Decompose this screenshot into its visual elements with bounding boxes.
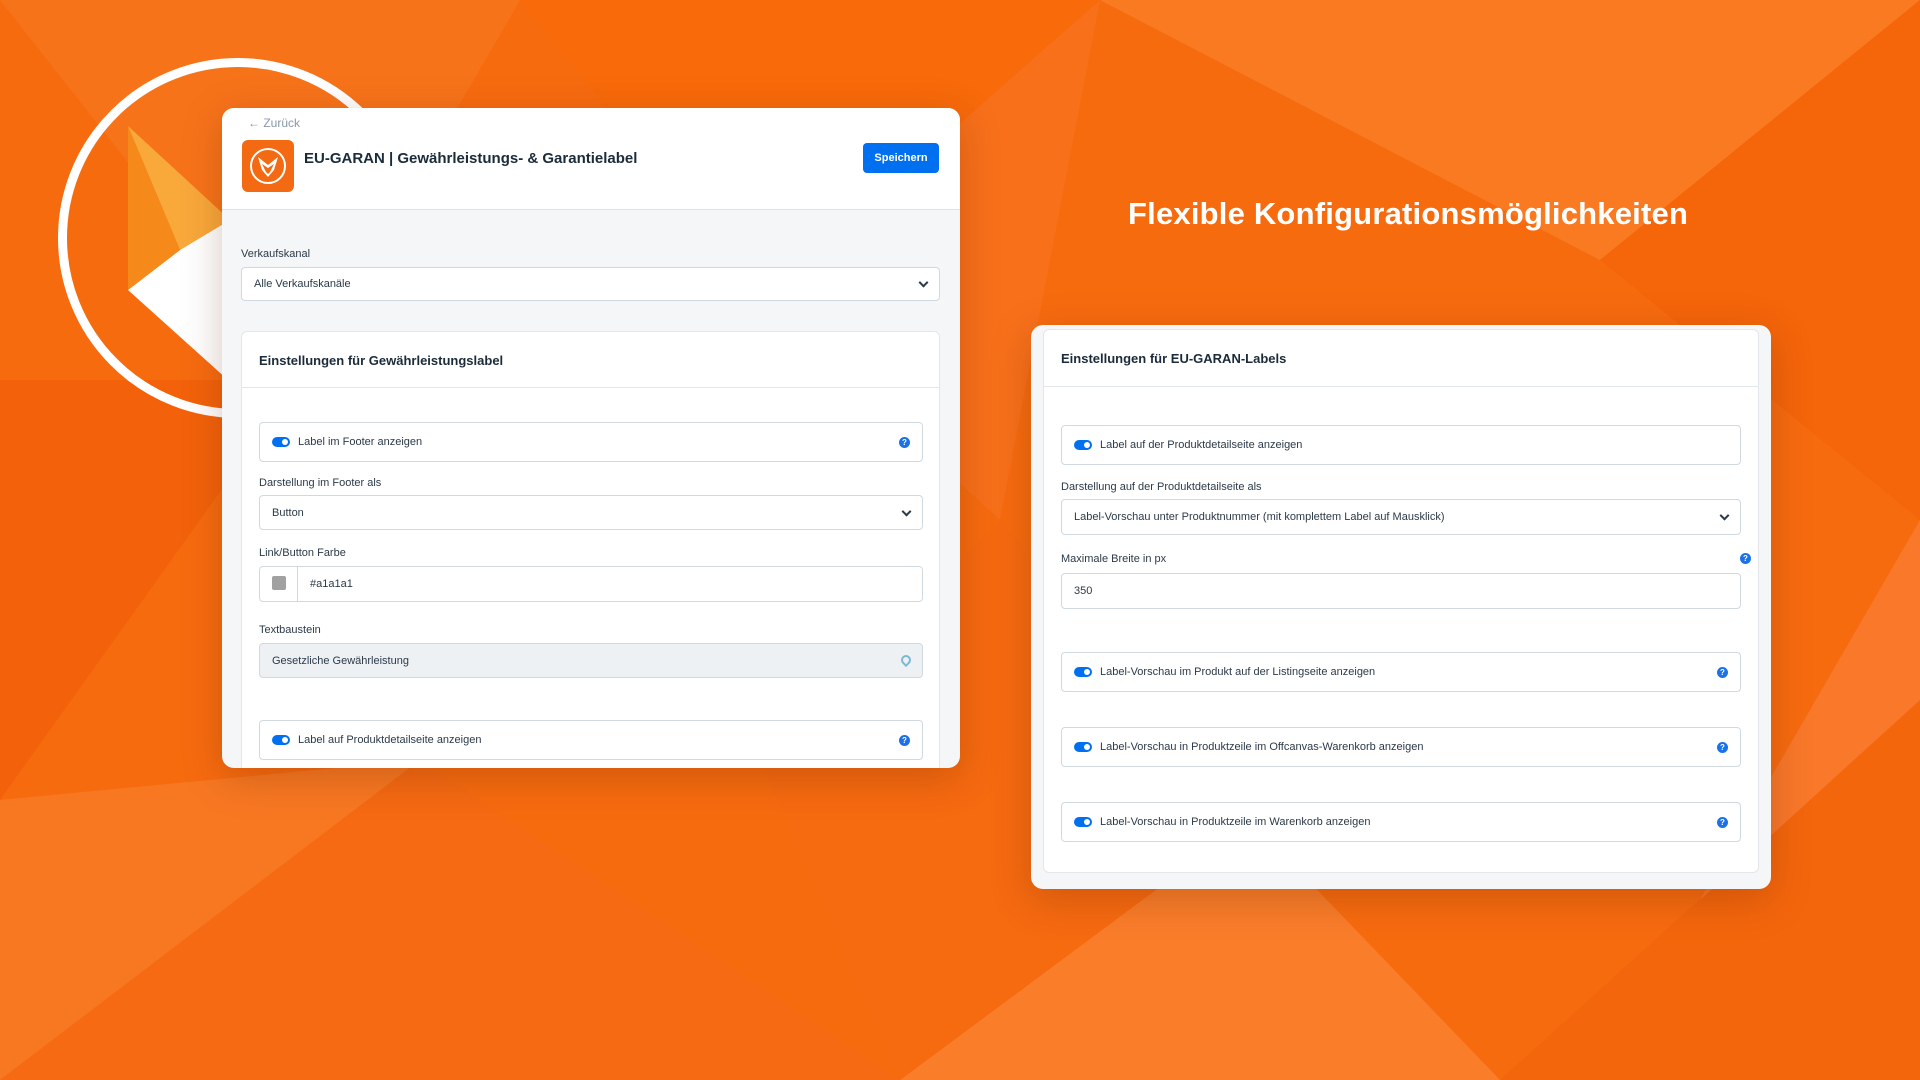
chevron-down-icon bbox=[1719, 510, 1730, 521]
section-title: Einstellungen für Gewährleistungslabel bbox=[259, 353, 504, 368]
sales-channel-select[interactable]: Alle Verkaufskanäle bbox=[241, 267, 940, 301]
cart-toggle[interactable] bbox=[1074, 817, 1092, 827]
detail-label-toggle-row[interactable]: Label auf Produktdetailseite anzeigen ? bbox=[259, 720, 923, 760]
back-link[interactable]: ← Zurück bbox=[248, 116, 300, 130]
chevron-down-icon bbox=[901, 506, 912, 517]
footer-label-toggle[interactable] bbox=[272, 437, 290, 447]
footer-label-toggle-label: Label im Footer anzeigen bbox=[298, 436, 423, 448]
text-snippet-value: Gesetzliche Gewährleistung bbox=[272, 654, 409, 667]
detail-page-toggle-label: Label auf der Produktdetailseite anzeige… bbox=[1100, 439, 1303, 451]
detail-page-toggle-row[interactable]: Label auf der Produktdetailseite anzeige… bbox=[1061, 425, 1741, 465]
help-icon[interactable]: ? bbox=[1740, 552, 1751, 564]
warranty-settings-section: Einstellungen für Gewährleistungslabel L… bbox=[241, 331, 940, 768]
help-icon[interactable]: ? bbox=[1717, 741, 1728, 753]
help-icon[interactable]: ? bbox=[899, 734, 910, 746]
eu-garan-settings-panel: Einstellungen für EU-GARAN-Labels Label … bbox=[1031, 325, 1771, 889]
save-button[interactable]: Speichern bbox=[863, 143, 939, 173]
detail-display-value: Label-Vorschau unter Produktnummer (mit … bbox=[1074, 511, 1445, 523]
detail-display-select[interactable]: Label-Vorschau unter Produktnummer (mit … bbox=[1061, 499, 1741, 535]
max-width-value: 350 bbox=[1074, 585, 1093, 597]
max-width-label: Maximale Breite in px bbox=[1061, 553, 1167, 565]
sales-channel-label: Verkaufskanal bbox=[241, 248, 311, 260]
listing-toggle[interactable] bbox=[1074, 667, 1092, 677]
listing-toggle-label: Label-Vorschau im Produkt auf der Listin… bbox=[1100, 666, 1376, 678]
max-width-input[interactable]: 350 bbox=[1061, 573, 1741, 609]
text-snippet-field[interactable]: Gesetzliche Gewährleistung bbox=[259, 643, 923, 678]
panel-header: ← Zurück EU-GARAN | Gewährleistungs- & G… bbox=[222, 108, 960, 210]
detail-label-toggle[interactable] bbox=[272, 735, 290, 745]
link-color-value: #a1a1a1 bbox=[310, 578, 353, 590]
link-color-label: Link/Button Farbe bbox=[259, 547, 346, 559]
fox-icon bbox=[250, 148, 286, 184]
cart-toggle-label: Label-Vorschau in Produktzeile im Warenk… bbox=[1100, 816, 1371, 828]
section-header: Einstellungen für EU-GARAN-Labels bbox=[1044, 330, 1758, 387]
text-snippet-label: Textbaustein bbox=[259, 624, 321, 636]
snippet-picker-icon[interactable] bbox=[898, 652, 914, 667]
detail-page-toggle[interactable] bbox=[1074, 440, 1092, 450]
footer-label-toggle-row[interactable]: Label im Footer anzeigen ? bbox=[259, 422, 923, 462]
plugin-config-panel: ← Zurück EU-GARAN | Gewährleistungs- & G… bbox=[222, 108, 960, 768]
link-color-field[interactable]: #a1a1a1 bbox=[259, 566, 923, 602]
headline: Flexible Konfigurationsmöglichkeiten bbox=[1128, 196, 1689, 231]
offcanvas-toggle[interactable] bbox=[1074, 742, 1092, 752]
help-icon[interactable]: ? bbox=[899, 436, 910, 448]
footer-display-value: Button bbox=[272, 506, 304, 519]
detail-label-toggle-label: Label auf Produktdetailseite anzeigen bbox=[298, 734, 482, 746]
color-swatch-button[interactable] bbox=[260, 567, 298, 601]
footer-display-label: Darstellung im Footer als bbox=[259, 477, 382, 489]
app-title: EU-GARAN | Gewährleistungs- & Garantiela… bbox=[304, 150, 638, 167]
color-swatch bbox=[272, 576, 286, 590]
detail-display-label: Darstellung auf der Produktdetailseite a… bbox=[1061, 481, 1262, 493]
section-title: Einstellungen für EU-GARAN-Labels bbox=[1061, 351, 1287, 366]
chevron-down-icon bbox=[918, 277, 929, 288]
offcanvas-toggle-row[interactable]: Label-Vorschau in Produktzeile im Offcan… bbox=[1061, 727, 1741, 767]
sales-channel-value: Alle Verkaufskanäle bbox=[254, 278, 351, 290]
app-logo bbox=[242, 140, 294, 192]
offcanvas-toggle-label: Label-Vorschau in Produktzeile im Offcan… bbox=[1100, 741, 1424, 753]
footer-display-select[interactable]: Button bbox=[259, 495, 923, 530]
help-icon[interactable]: ? bbox=[1717, 816, 1728, 828]
listing-toggle-row[interactable]: Label-Vorschau im Produkt auf der Listin… bbox=[1061, 652, 1741, 692]
eu-garan-settings-section: Einstellungen für EU-GARAN-Labels Label … bbox=[1043, 329, 1759, 873]
section-header: Einstellungen für Gewährleistungslabel bbox=[242, 332, 939, 388]
cart-toggle-row[interactable]: Label-Vorschau in Produktzeile im Warenk… bbox=[1061, 802, 1741, 842]
help-icon[interactable]: ? bbox=[1717, 666, 1728, 678]
